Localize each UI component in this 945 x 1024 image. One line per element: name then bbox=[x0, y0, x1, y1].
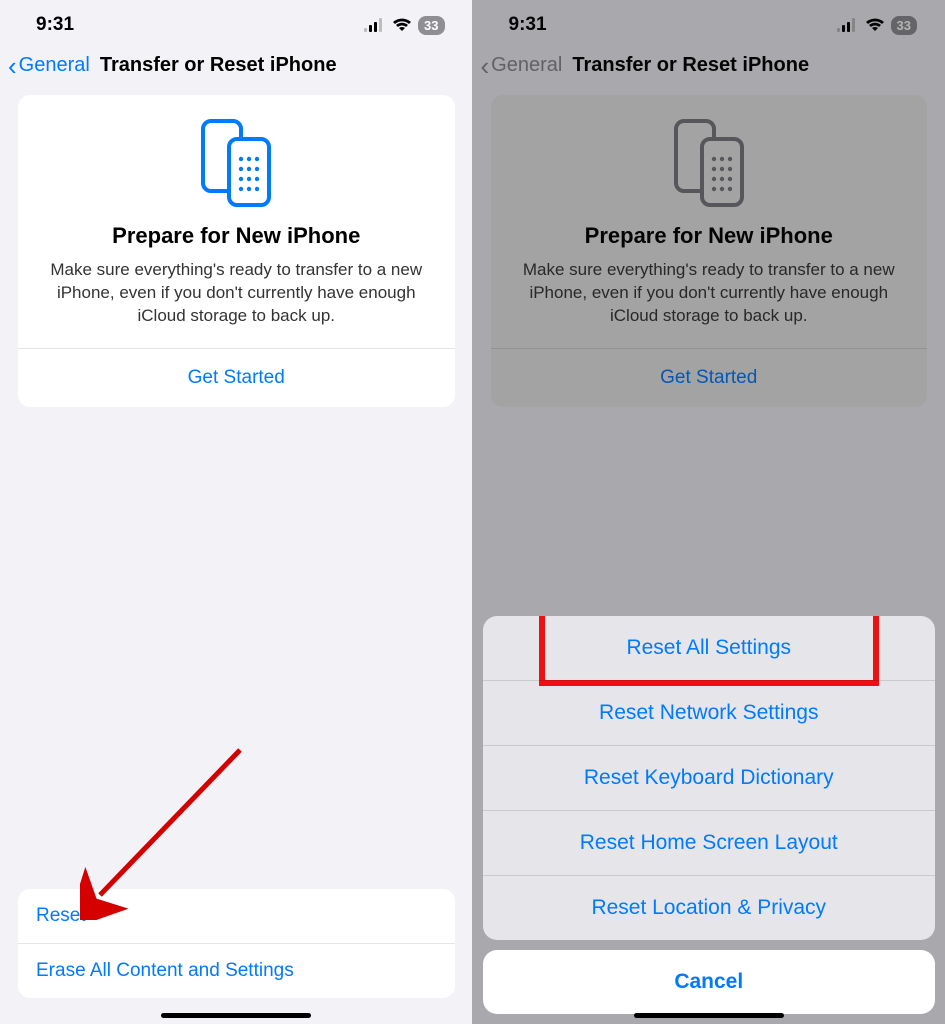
devices-icon bbox=[36, 119, 437, 207]
bottom-options: Reset Erase All Content and Settings bbox=[18, 889, 455, 998]
reset-keyboard-dictionary[interactable]: Reset Keyboard Dictionary bbox=[483, 745, 936, 810]
screenshot-left: 9:31 33 ‹ General bbox=[0, 0, 473, 1024]
home-indicator bbox=[161, 1013, 311, 1018]
reset-row[interactable]: Reset bbox=[18, 889, 455, 943]
card-description: Make sure everything's ready to transfer… bbox=[36, 259, 437, 328]
card-title: Prepare for New iPhone bbox=[36, 223, 437, 249]
prepare-card: Prepare for New iPhone Make sure everyth… bbox=[18, 95, 455, 407]
back-button[interactable]: ‹ General bbox=[8, 54, 90, 77]
get-started-button[interactable]: Get Started bbox=[18, 348, 455, 407]
home-indicator bbox=[634, 1013, 784, 1018]
status-bar: 9:31 33 bbox=[0, 0, 473, 42]
erase-row[interactable]: Erase All Content and Settings bbox=[18, 943, 455, 998]
wifi-icon bbox=[392, 18, 412, 32]
action-sheet: Reset All Settings Reset Network Setting… bbox=[483, 616, 936, 1014]
cancel-button[interactable]: Cancel bbox=[483, 950, 936, 1014]
reset-network-settings[interactable]: Reset Network Settings bbox=[483, 680, 936, 745]
reset-home-screen-layout[interactable]: Reset Home Screen Layout bbox=[483, 810, 936, 875]
back-label: General bbox=[19, 54, 90, 77]
page-title: Transfer or Reset iPhone bbox=[100, 54, 337, 77]
cellular-icon bbox=[364, 18, 386, 32]
battery-icon: 33 bbox=[418, 16, 444, 35]
reset-location-privacy[interactable]: Reset Location & Privacy bbox=[483, 875, 936, 940]
nav-header: ‹ General Transfer or Reset iPhone bbox=[0, 42, 473, 95]
chevron-left-icon: ‹ bbox=[8, 56, 17, 76]
status-time: 9:31 bbox=[36, 14, 74, 36]
reset-all-settings[interactable]: Reset All Settings bbox=[539, 616, 880, 686]
screenshot-right: 9:31 33 bbox=[473, 0, 945, 1024]
